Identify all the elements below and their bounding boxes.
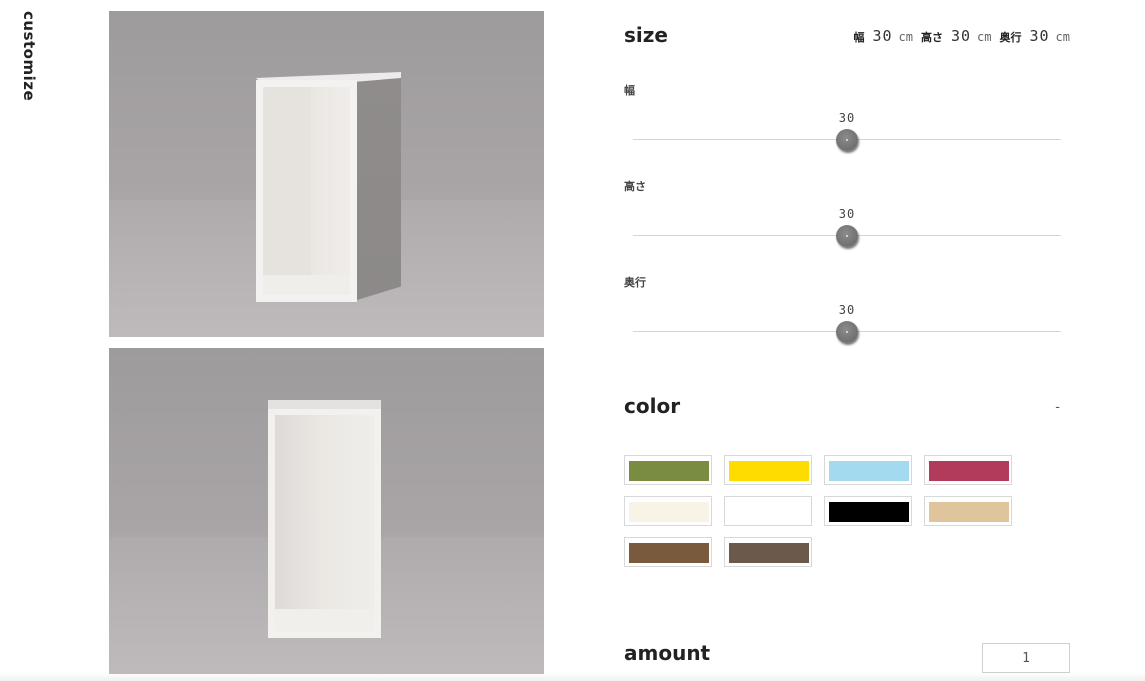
color-swatch-cream[interactable] (624, 496, 712, 526)
color-swatch-light-blue[interactable] (824, 455, 912, 485)
box-inner-floor (263, 275, 350, 295)
width-slider-block: 幅 30 (624, 82, 1070, 152)
color-chip (929, 461, 1009, 481)
depth-slider-block: 奥行 30 (624, 274, 1070, 344)
depth-slider-value: 30 (838, 303, 856, 317)
width-summary-label: 幅 (853, 31, 865, 44)
width-slider-handle[interactable] (836, 129, 858, 151)
customize-vertical-title: customize (20, 11, 38, 102)
box-inner-floor (275, 609, 374, 631)
cube-box-angled-photo (109, 11, 544, 337)
color-chip (629, 502, 709, 522)
box-interior (275, 415, 374, 631)
color-chip (729, 461, 809, 481)
color-chip (629, 461, 709, 481)
cube-box-front (268, 400, 381, 638)
box-interior (263, 87, 350, 295)
amount-input[interactable] (982, 643, 1070, 673)
height-summary-label: 高さ (920, 31, 943, 44)
box-side-panel (357, 75, 401, 300)
cube-box-front-photo (109, 348, 544, 674)
color-swatch-raspberry[interactable] (924, 455, 1012, 485)
color-section-title: color (624, 394, 681, 418)
color-collapse-toggle[interactable]: - (1055, 400, 1060, 415)
depth-summary-value: 30 (1029, 27, 1050, 45)
width-slider-value: 30 (838, 111, 856, 125)
width-slider-label: 幅 (624, 84, 635, 97)
customize-panel: size 幅 30 cm 高さ 30 cm 奥行 30 cm 幅 30 高さ 30 奥行 30 … (624, 0, 1070, 681)
color-swatch-black[interactable] (824, 496, 912, 526)
depth-summary-unit: cm (1055, 30, 1070, 44)
color-swatch-yellow[interactable] (724, 455, 812, 485)
color-swatch-brown[interactable] (624, 537, 712, 567)
box-front-frame (256, 80, 357, 302)
height-summary-unit: cm (977, 30, 992, 44)
height-slider-label: 高さ (624, 180, 646, 193)
height-slider-handle[interactable] (836, 225, 858, 247)
width-summary-unit: cm (898, 30, 913, 44)
color-chip (729, 543, 809, 563)
box-back-panel (263, 87, 311, 295)
depth-slider-handle[interactable] (836, 321, 858, 343)
color-chip (629, 543, 709, 563)
color-swatch-olive-green[interactable] (624, 455, 712, 485)
color-swatch-white[interactable] (724, 496, 812, 526)
color-chip (929, 502, 1009, 522)
width-summary-value: 30 (872, 27, 893, 45)
size-summary: 幅 30 cm 高さ 30 cm 奥行 30 cm (851, 27, 1070, 45)
size-section-title: size (624, 23, 668, 47)
cube-box-angled (256, 72, 401, 302)
color-chip (829, 502, 909, 522)
customize-page: customize size 幅30 cm 高さ 30 cm 奥行 30 cm … (0, 0, 1145, 681)
color-chip (729, 502, 809, 522)
height-summary-value: 30 (950, 27, 972, 45)
amount-section-title: amount (624, 641, 711, 665)
height-slider-value: 30 (838, 207, 856, 221)
depth-slider-label: 奥行 (624, 276, 646, 289)
height-slider-block: 高さ 30 (624, 178, 1070, 248)
color-swatch-dark-brown[interactable] (724, 537, 812, 567)
box-front-frame (268, 409, 381, 638)
color-swatch-beige[interactable] (924, 496, 1012, 526)
depth-summary-label: 奥行 (999, 31, 1022, 44)
color-chip (829, 461, 909, 481)
